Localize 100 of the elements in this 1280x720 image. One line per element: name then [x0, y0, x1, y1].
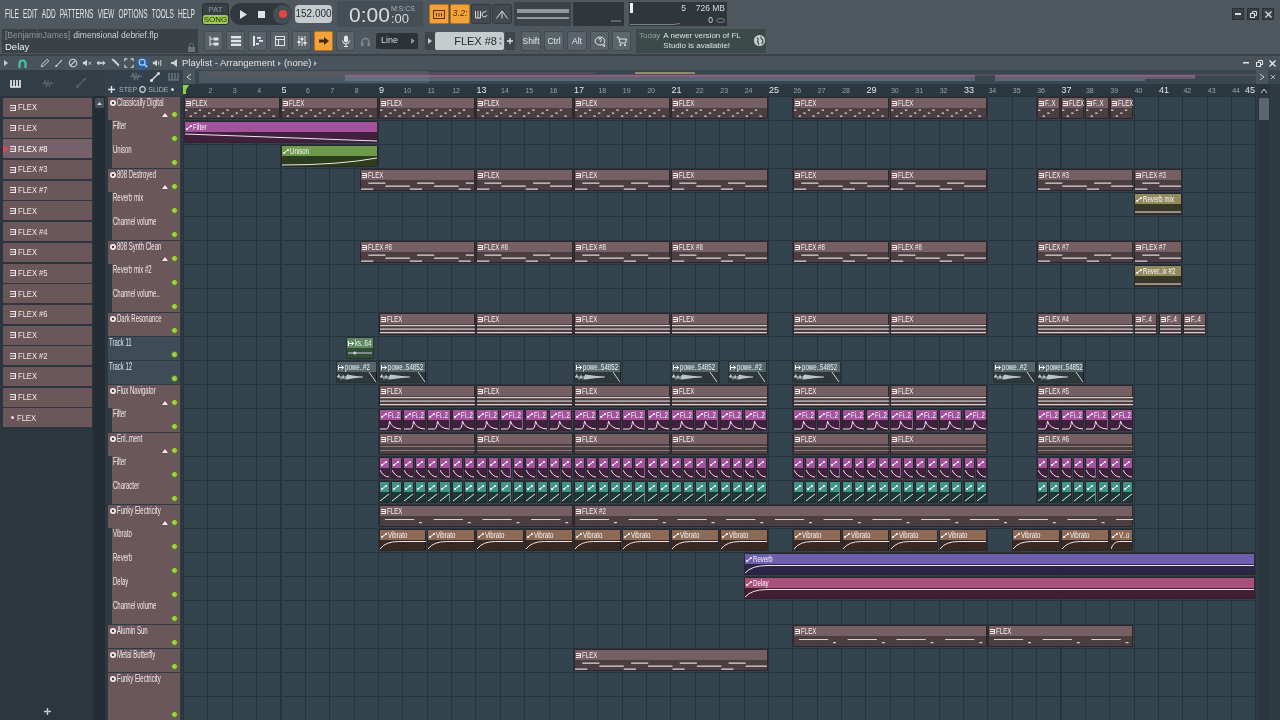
automation-clip[interactable]	[1121, 457, 1134, 479]
enable-dot-icon[interactable]	[171, 471, 178, 478]
automation-clip[interactable]	[1097, 481, 1109, 503]
automation-clip[interactable]	[719, 457, 731, 479]
automation-clip[interactable]	[902, 481, 914, 503]
menu-item[interactable]: EDIT	[22, 7, 38, 21]
pattern-clip[interactable]: FLEX	[792, 433, 890, 455]
pattern-item[interactable]: FLEX	[3, 284, 92, 304]
automation-clip[interactable]	[500, 457, 512, 479]
automation-clip[interactable]: Vibrato	[792, 529, 841, 551]
enable-dot-icon[interactable]	[171, 543, 178, 550]
pattern-clip[interactable]: FLEX	[476, 313, 573, 335]
automation-clip[interactable]	[512, 457, 524, 479]
automation-clip[interactable]	[402, 481, 415, 503]
pattern-clip[interactable]: FLEX	[378, 97, 475, 119]
automation-clip[interactable]: Fi..2	[841, 409, 865, 431]
blend-button[interactable]	[492, 4, 512, 24]
pattern-clip[interactable]: FLEX	[573, 169, 670, 191]
automation-clip[interactable]: Vibrato	[476, 529, 524, 551]
automation-clip[interactable]	[646, 457, 658, 479]
automation-clip[interactable]	[695, 481, 707, 503]
automation-clip[interactable]	[1109, 481, 1121, 503]
audio-clip[interactable]: powe..54852	[792, 361, 841, 383]
pattern-clip[interactable]: FLEX	[890, 313, 987, 335]
automation-clip[interactable]	[573, 457, 585, 479]
pattern-item[interactable]: FLEX #4	[3, 222, 92, 242]
automation-clip[interactable]	[488, 481, 500, 503]
automation-clip[interactable]	[939, 481, 951, 503]
automation-clip[interactable]	[951, 481, 963, 503]
menu-item[interactable]: TOOLS	[151, 7, 174, 21]
automation-clip[interactable]	[378, 481, 390, 503]
automation-clip[interactable]	[829, 457, 841, 479]
automation-clip[interactable]	[573, 481, 585, 503]
pattern-item[interactable]: FLEX #2	[3, 346, 92, 366]
automation-clip[interactable]	[926, 457, 939, 479]
automation-clip[interactable]	[585, 481, 597, 503]
pattern-clip[interactable]: FLEX	[671, 169, 768, 191]
modifier-key[interactable]: Shift	[521, 31, 541, 51]
automation-clip[interactable]: Vibrato	[427, 529, 476, 551]
pattern-clip[interactable]: FLEX #8	[476, 241, 573, 263]
scroll-right-button[interactable]	[1256, 70, 1268, 84]
pattern-clip[interactable]: FLEX	[890, 385, 987, 407]
pattern-clip[interactable]: FLEX	[476, 433, 573, 455]
automation-clip[interactable]	[951, 457, 963, 479]
enable-dot-icon[interactable]	[171, 615, 178, 622]
track-header[interactable]: Track 12	[108, 360, 180, 384]
pattern-item[interactable]: FLEX #3	[3, 160, 92, 180]
pattern-item[interactable]: FLEX	[3, 366, 92, 386]
automation-clip[interactable]: Reverb mix	[1134, 193, 1182, 215]
pattern-clip[interactable]: FLEX	[890, 169, 987, 191]
automation-clip[interactable]: Fi..2	[744, 409, 768, 431]
automation-clip[interactable]	[902, 457, 914, 479]
automation-clip[interactable]	[585, 457, 597, 479]
automation-clip[interactable]: Fi..2	[597, 409, 622, 431]
pattern-clip[interactable]: FLEX	[573, 313, 670, 335]
pattern-clip[interactable]: FLEX	[378, 505, 573, 527]
pattern-clip[interactable]: FLEX	[792, 313, 890, 335]
automation-clip[interactable]	[1073, 457, 1085, 479]
audio-clip[interactable]: powe..54852	[378, 361, 427, 383]
automation-clip[interactable]	[878, 457, 890, 479]
pattern-clip[interactable]: FLEX	[792, 97, 890, 119]
automation-clip[interactable]	[378, 457, 390, 479]
audio-clip[interactable]: powe..54852	[573, 361, 622, 383]
track-header[interactable]: Metal Butterfly	[108, 648, 180, 672]
enable-dot-icon[interactable]	[171, 423, 178, 430]
scroll-up-button[interactable]	[94, 98, 104, 108]
enable-dot-icon[interactable]	[171, 183, 178, 190]
automation-clip[interactable]	[549, 457, 561, 479]
automation-clip[interactable]: Vibrato	[573, 529, 622, 551]
pattern-clip[interactable]: FLEX	[792, 625, 987, 647]
automation-clip[interactable]	[866, 457, 878, 479]
automation-clip[interactable]: Delay	[744, 577, 1255, 599]
automation-clip[interactable]: Vibrato	[890, 529, 939, 551]
add-button[interactable]	[41, 705, 54, 717]
automation-clip[interactable]: Unison	[281, 145, 378, 167]
pattern-clip[interactable]: F..X	[1085, 97, 1109, 119]
enable-dot-icon[interactable]	[171, 639, 178, 646]
automation-clip[interactable]	[390, 457, 402, 479]
help-button[interactable]	[590, 31, 609, 51]
automation-clip[interactable]: Fi..2	[1036, 409, 1060, 431]
track-header[interactable]: Funky Electricity	[108, 504, 180, 528]
pattern-clip[interactable]: FLEX	[671, 385, 768, 407]
audio-clip[interactable]: powe..#2	[992, 361, 1036, 383]
automation-clip[interactable]: Fi..2	[476, 409, 500, 431]
pattern-clip[interactable]: FLEX	[476, 169, 573, 191]
enable-dot-icon[interactable]	[171, 663, 178, 670]
automation-clip[interactable]	[622, 481, 634, 503]
add-track-button[interactable]	[107, 85, 116, 94]
automation-clip[interactable]	[890, 457, 902, 479]
automation-clip[interactable]: Fi..2	[817, 409, 841, 431]
pattern-clip[interactable]: FLEX #4	[1036, 313, 1134, 335]
track-header[interactable]: Enl..ment	[108, 432, 180, 456]
automation-clip[interactable]	[610, 457, 622, 479]
view-button[interactable]	[336, 31, 355, 51]
pattern-clip[interactable]: FLEX #3	[1134, 169, 1182, 191]
news-panel[interactable]: Today A newer version of FL Studio is available!	[636, 29, 766, 53]
enable-dot-icon[interactable]	[171, 447, 178, 454]
pattern-menu-button[interactable]	[425, 32, 435, 50]
restore-button[interactable]	[1247, 8, 1259, 20]
automation-clip[interactable]: Fi..2	[427, 409, 451, 431]
